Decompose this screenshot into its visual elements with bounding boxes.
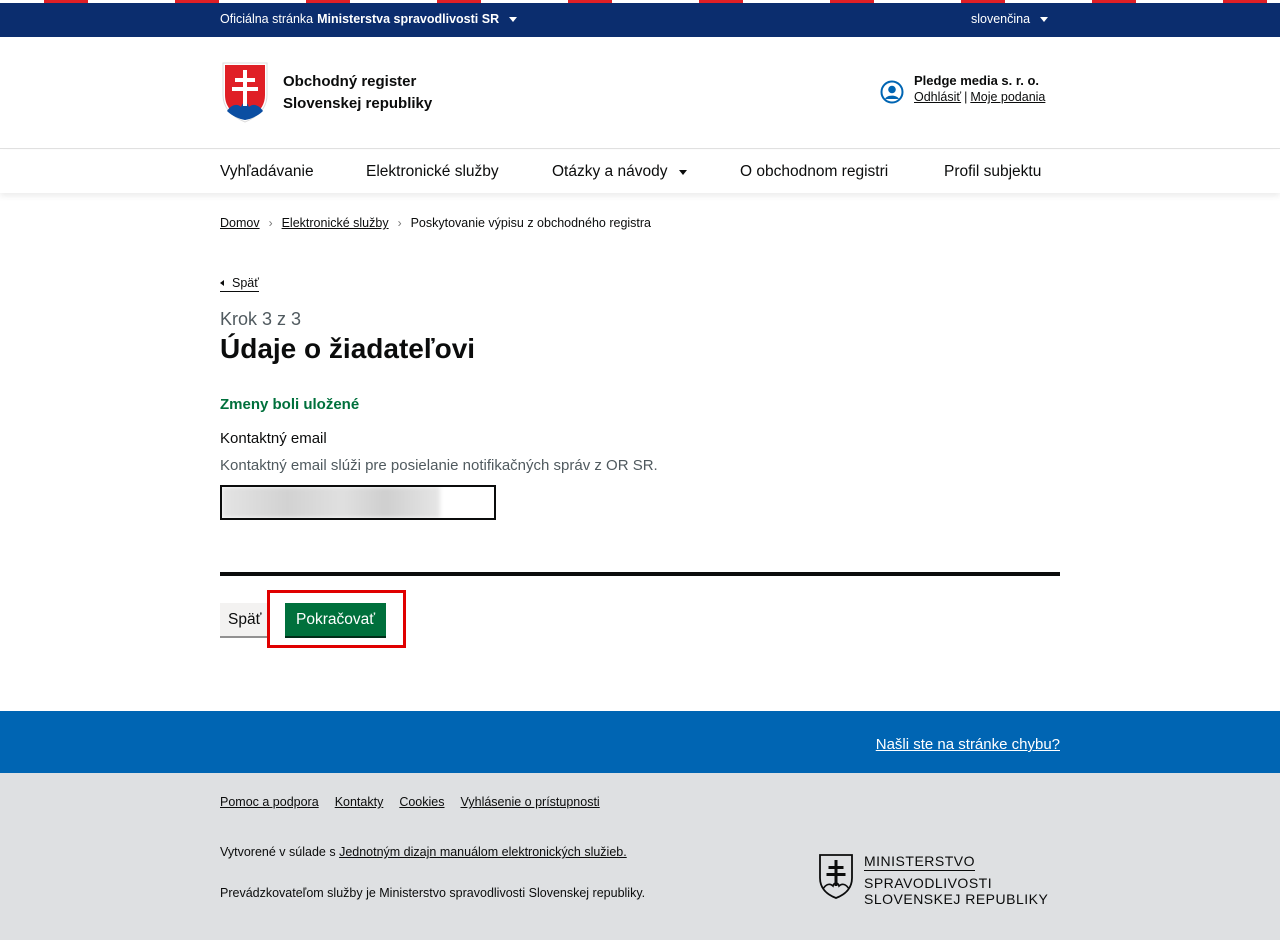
nav-item-search[interactable]: Vyhľadávanie xyxy=(220,163,314,181)
footer-link-contacts[interactable]: Kontakty xyxy=(335,795,384,809)
chevron-right-icon: › xyxy=(397,216,402,230)
page-title: Údaje o žiadateľovi xyxy=(220,333,476,364)
triangle-left-icon xyxy=(220,280,224,286)
logout-link[interactable]: Odhlásiť xyxy=(914,90,961,104)
step-indicator: Krok 3 z 3 xyxy=(220,309,302,329)
site-title-line2: Slovenskej republiky xyxy=(283,95,433,112)
ministry-coat-of-arms-icon xyxy=(819,854,853,899)
email-label: Kontaktný email xyxy=(220,430,327,447)
footer-link-help[interactable]: Pomoc a podpora xyxy=(220,795,319,809)
site-header: Obchodný register Slovenskej republiky P… xyxy=(0,37,1280,149)
gov-bar: Oficiálna stránka Ministerstva spravodli… xyxy=(0,0,1280,37)
breadcrumb-current: Poskytovanie výpisu z obchodného registr… xyxy=(410,216,652,230)
redacted-email-value xyxy=(222,487,440,518)
official-ministry: Ministerstva spravodlivosti SR xyxy=(317,12,500,26)
design-manual-link[interactable]: Jednotným dizajn manuálom elektronických… xyxy=(339,845,627,859)
nav-item-about[interactable]: O obchodnom registri xyxy=(740,163,888,181)
nav-item-label: Profil subjektu xyxy=(944,163,1042,180)
breadcrumb-services[interactable]: Elektronické služby xyxy=(282,216,389,230)
slovak-coat-of-arms-icon[interactable] xyxy=(221,61,269,123)
breadcrumb-home[interactable]: Domov xyxy=(220,216,260,230)
ministry-line1: MINISTERSTVO xyxy=(864,853,976,871)
report-error-link[interactable]: Našli ste na stránke chybu? xyxy=(876,736,1060,753)
footer: Pomoc a podpora Kontakty Cookies Vyhláse… xyxy=(0,773,1280,940)
footer-link-cookies[interactable]: Cookies xyxy=(399,795,444,809)
footer-links: Pomoc a podpora Kontakty Cookies Vyhláse… xyxy=(220,795,616,809)
link-separator: | xyxy=(964,90,968,104)
ministry-line2: SPRAVODLIVOSTI xyxy=(864,875,993,891)
site-title-line1: Obchodný register xyxy=(283,73,417,90)
back-link[interactable]: Späť xyxy=(220,276,259,292)
site-title[interactable]: Obchodný register Slovenskej republiky xyxy=(283,71,432,115)
section-divider xyxy=(220,572,1060,576)
email-field[interactable] xyxy=(220,485,496,520)
ministry-line3: SLOVENSKEJ REPUBLIKY xyxy=(864,891,1049,907)
nav-item-profile[interactable]: Profil subjektu xyxy=(944,163,1041,181)
official-prefix: Oficiálna stránka xyxy=(220,12,314,26)
my-submissions-link[interactable]: Moje podania xyxy=(970,90,1045,104)
footer-created-prefix: Vytvorené v súlade s xyxy=(220,845,336,859)
language-selector[interactable]: slovenčina xyxy=(971,12,1049,26)
saved-message: Zmeny boli uložené xyxy=(220,396,360,413)
user-panel: Pledge media s. r. o. Odhlásiť | Moje poda… xyxy=(880,73,1045,104)
user-circle-icon xyxy=(880,80,904,104)
nav-item-faq[interactable]: Otázky a návody xyxy=(552,163,688,181)
ministry-text: MINISTERSTVO SPRAVODLIVOSTI SLOVENSKEJ R… xyxy=(864,853,1048,907)
chevron-right-icon: › xyxy=(268,216,273,230)
user-name: Pledge media s. r. o. xyxy=(914,73,1039,88)
back-link-label: Späť xyxy=(232,276,259,290)
footer-feedback-bar: Našli ste na stránke chybu? xyxy=(0,711,1280,773)
nav-item-label: Otázky a návody xyxy=(552,163,668,180)
main-nav: Vyhľadávanie Elektronické služby Otázky … xyxy=(0,150,1280,193)
nav-item-label: Elektronické služby xyxy=(366,163,499,180)
chevron-down-icon xyxy=(509,16,518,22)
footer-operator: Prevádzkovateľom služby je Ministerstvo … xyxy=(220,886,646,900)
footer-link-accessibility[interactable]: Vyhlásenie o prístupnosti xyxy=(461,795,600,809)
continue-button[interactable]: Pokračovať xyxy=(285,603,387,636)
ministry-logo[interactable]: MINISTERSTVO SPRAVODLIVOSTI SLOVENSKEJ R… xyxy=(818,853,1048,907)
nav-item-label: O obchodnom registri xyxy=(740,163,889,180)
email-hint: Kontaktný email slúži pre posielanie not… xyxy=(220,457,658,474)
footer-created-note: Vytvorené v súlade s Jednotným dizajn ma… xyxy=(220,845,627,859)
back-button[interactable]: Späť xyxy=(220,603,270,636)
breadcrumb: Domov › Elektronické služby › Poskytovan… xyxy=(220,216,651,230)
nav-item-label: Vyhľadávanie xyxy=(220,163,314,180)
nav-item-electronic-services[interactable]: Elektronické služby xyxy=(366,163,499,181)
language-label: slovenčina xyxy=(971,12,1031,26)
user-links: Odhlásiť | Moje podania xyxy=(914,90,1045,104)
flag-stripe xyxy=(0,0,1280,3)
official-site-toggle[interactable]: Oficiálna stránka Ministerstva spravodli… xyxy=(220,12,518,26)
chevron-down-icon xyxy=(1040,16,1049,22)
chevron-down-icon xyxy=(679,169,688,175)
